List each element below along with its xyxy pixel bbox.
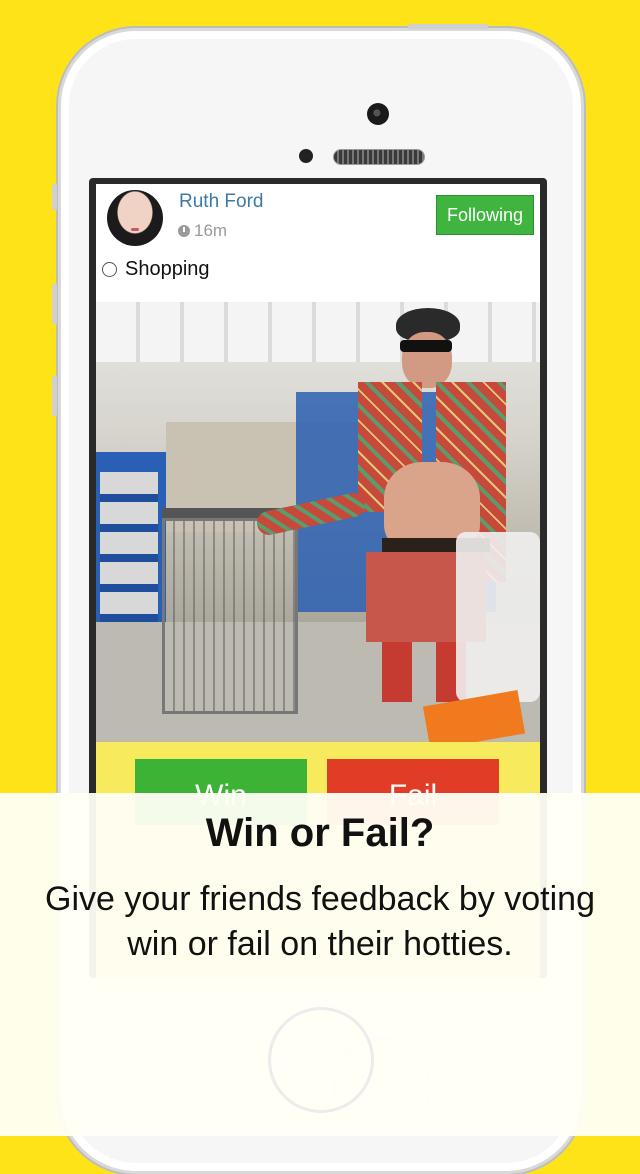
avatar-mouth <box>131 228 139 231</box>
photo-cart <box>162 518 298 714</box>
promo-overlay: Win or Fail? Give your friends feedback … <box>0 793 640 1136</box>
volume-button <box>52 184 57 210</box>
volume-button <box>52 376 57 416</box>
promo-subline: Give your friends feedback by voting win… <box>45 880 595 963</box>
photo-legs <box>382 642 412 702</box>
clock-icon <box>178 225 190 237</box>
sensor-icon <box>299 149 313 163</box>
chat-bubble-icon <box>102 262 117 277</box>
photo-bag <box>456 532 540 702</box>
photo-ceiling <box>96 302 540 362</box>
promo-headline: Win or Fail? <box>205 811 435 855</box>
camera-icon <box>367 103 389 125</box>
time-ago-label: 16m <box>194 221 228 240</box>
post-title: Shopping <box>125 258 210 280</box>
speaker-icon <box>333 149 425 165</box>
following-button[interactable]: Following <box>436 195 534 235</box>
avatar[interactable] <box>107 190 163 246</box>
power-button <box>408 24 488 29</box>
post-time: 16m <box>178 221 227 241</box>
post-caption: Shopping <box>102 258 210 281</box>
user-name[interactable]: Ruth Ford <box>179 191 263 213</box>
post-photo[interactable] <box>96 302 540 742</box>
volume-button <box>52 284 57 324</box>
home-button-ring <box>268 1007 374 1113</box>
photo-sunglasses <box>400 340 452 352</box>
